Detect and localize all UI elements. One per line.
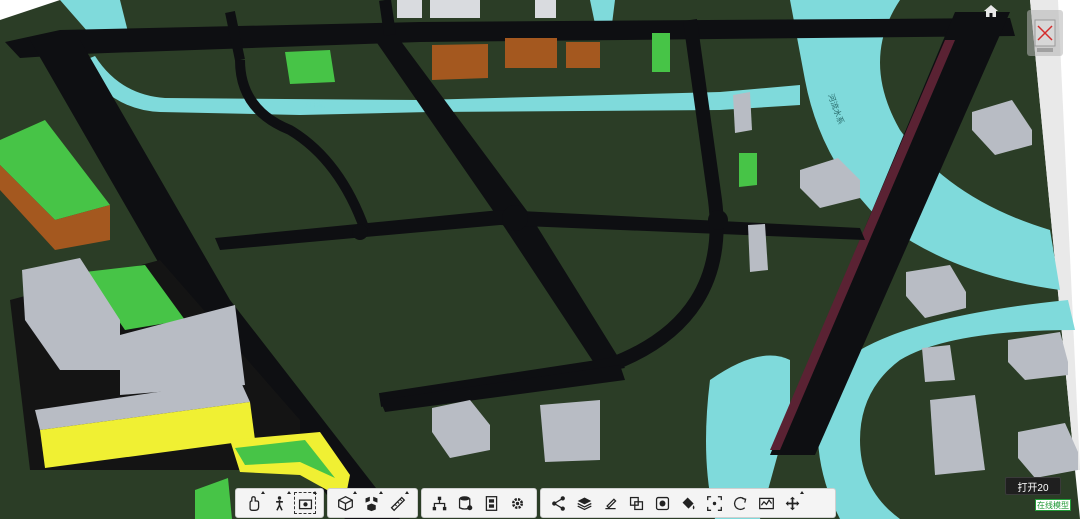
building-grey-tower-a [733, 92, 752, 133]
home-icon[interactable] [983, 4, 999, 18]
cube-section-icon[interactable] [332, 490, 358, 516]
building-top-white-c [535, 0, 556, 18]
toolbar-group-view [235, 488, 324, 518]
building-green-small [739, 153, 757, 187]
building-top-white-b [397, 0, 422, 18]
walk-person-icon[interactable] [266, 490, 292, 516]
building-orange-top-c [566, 42, 600, 68]
road-center-top [379, 0, 396, 36]
paint-bucket-icon[interactable] [675, 490, 701, 516]
record-icon[interactable] [649, 490, 675, 516]
layers-icon[interactable] [571, 490, 597, 516]
toolbar-group-data [421, 488, 537, 518]
roundabout-left [352, 224, 368, 240]
building-grey-cluster [540, 400, 600, 462]
ruler-icon[interactable] [384, 490, 410, 516]
tree-structure-icon[interactable] [426, 490, 452, 516]
properties-panel-icon[interactable] [478, 490, 504, 516]
share-icon[interactable] [545, 490, 571, 516]
database-icon[interactable] [452, 490, 478, 516]
annotate-icon[interactable] [597, 490, 623, 516]
building-green-square [285, 50, 335, 84]
camera-focus-icon[interactable] [292, 490, 318, 516]
building-orange-top-b [505, 38, 557, 68]
roundabout-right [708, 210, 728, 230]
fit-view-icon[interactable] [701, 490, 727, 516]
building-top-white-a [430, 0, 480, 18]
explode-cube-icon[interactable] [358, 490, 384, 516]
city-3d-viewport[interactable]: 图书馆 河流水系 [0, 0, 1080, 519]
online-model-badge[interactable]: 在线模型 [1035, 499, 1071, 511]
building-green-tall [652, 33, 670, 72]
analysis-chart-icon[interactable] [753, 490, 779, 516]
rotate-hand-icon[interactable] [240, 490, 266, 516]
building-grey-right-g [922, 345, 955, 382]
building-label: 图书馆 [305, 100, 326, 109]
settings-gear-icon[interactable] [504, 490, 530, 516]
fullscreen-icon[interactable] [779, 490, 805, 516]
navigation-cube-icon[interactable] [1027, 10, 1063, 56]
overlap-icon[interactable] [623, 490, 649, 516]
open-button[interactable]: 打开20 [1005, 477, 1061, 495]
rotate-view-icon[interactable] [727, 490, 753, 516]
roundabout [502, 205, 528, 231]
toolbar-group-model [327, 488, 418, 518]
toolbar-group-tools [540, 488, 836, 518]
building-orange-top-a [432, 44, 488, 80]
building-grey-tower-b [748, 224, 768, 272]
